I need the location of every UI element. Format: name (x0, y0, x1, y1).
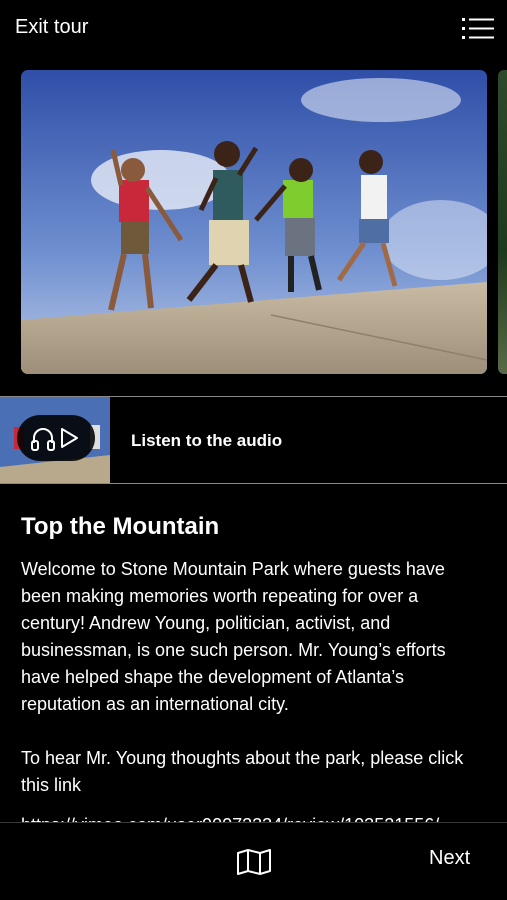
article-content: Top the Mountain Welcome to Stone Mounta… (21, 512, 487, 799)
top-bar: Exit tour (0, 0, 507, 56)
bottom-bar: Next (0, 822, 507, 900)
listen-audio-label[interactable]: Listen to the audio (131, 431, 282, 451)
exit-tour-button[interactable]: Exit tour (15, 16, 88, 39)
article-title: Top the Mountain (21, 513, 220, 540)
audio-play-button[interactable] (17, 415, 95, 461)
audio-player-row[interactable]: Listen to the audio (0, 396, 507, 484)
article-paragraph-2: To hear Mr. Young thoughts about the par… (21, 748, 464, 795)
play-icon (61, 428, 78, 448)
article-paragraph-1: Welcome to Stone Mountain Park where gue… (21, 559, 446, 714)
hero-image (21, 70, 487, 374)
map-icon[interactable] (236, 849, 272, 875)
list-menu-icon[interactable] (462, 16, 494, 42)
headphones-icon (31, 428, 55, 451)
next-button[interactable]: Next (429, 847, 470, 870)
next-slide-preview[interactable] (498, 70, 507, 374)
